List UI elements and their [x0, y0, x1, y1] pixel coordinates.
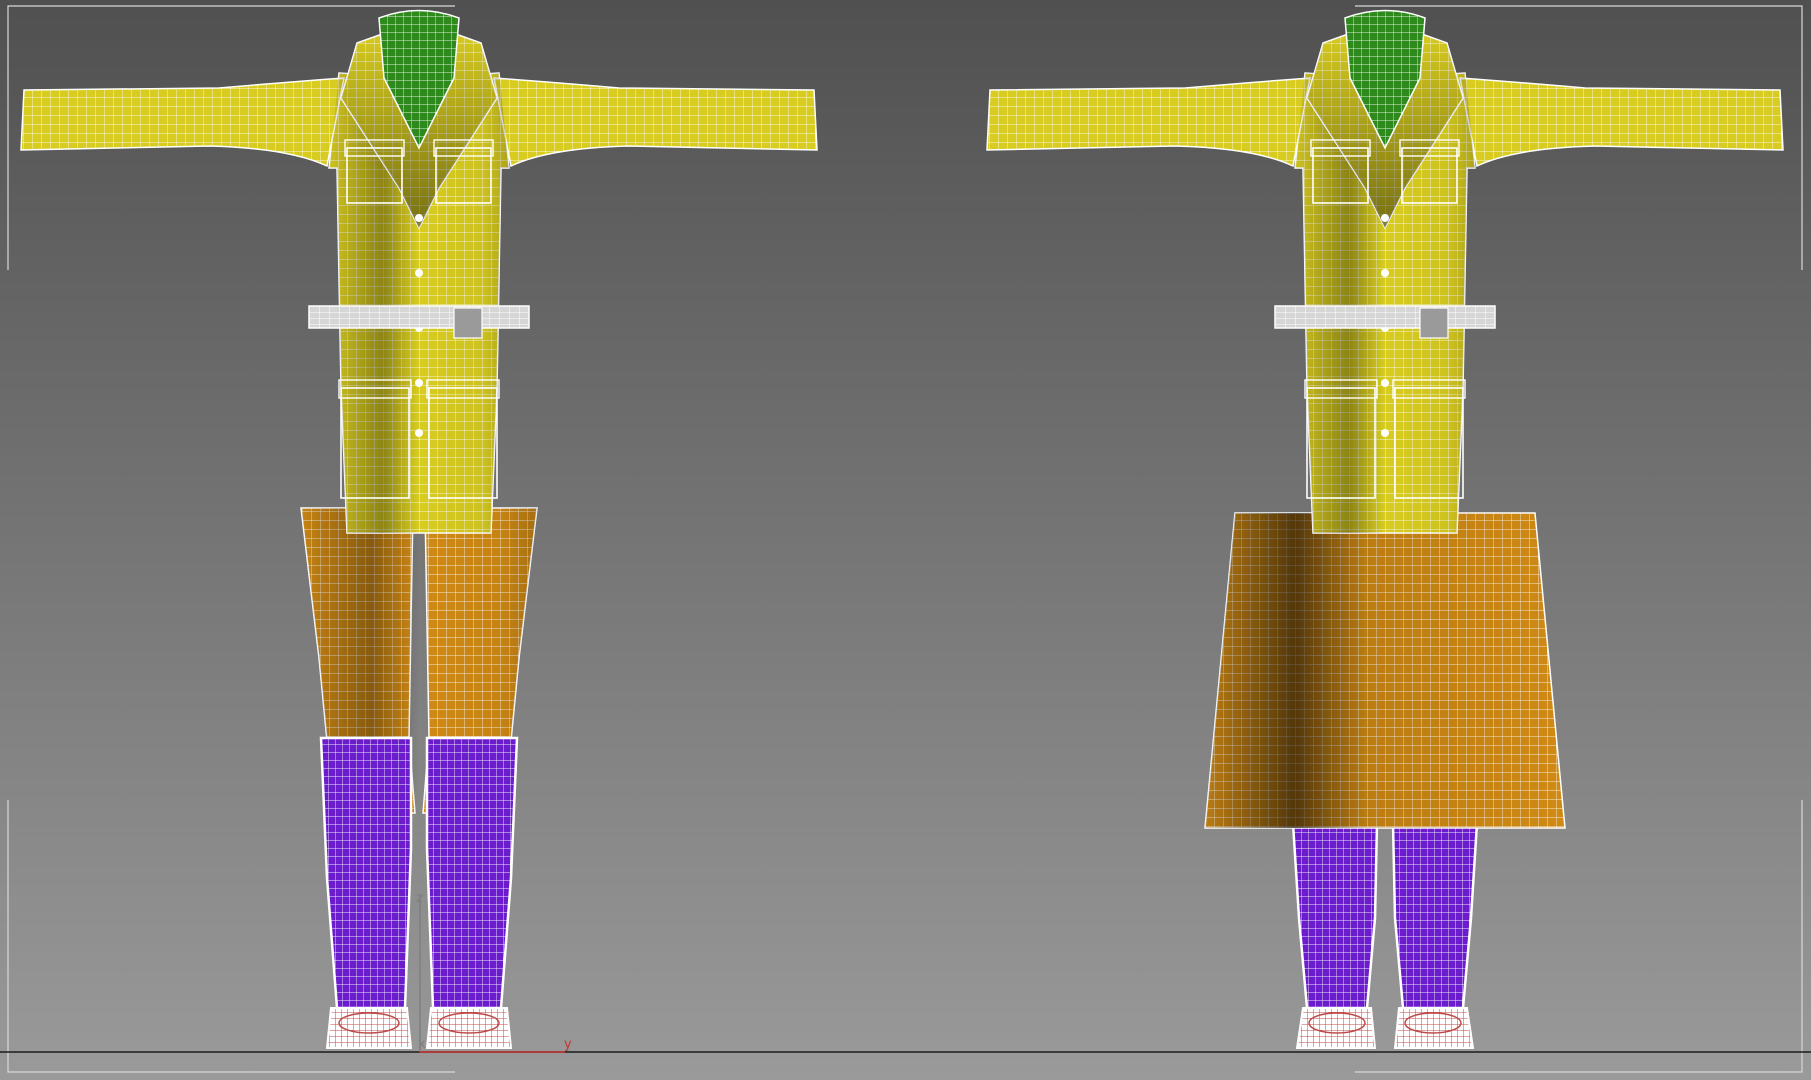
axis-label-x: x [418, 1037, 426, 1052]
3d-viewport[interactable]: z y x [0, 0, 1811, 1080]
viewport-background [0, 0, 1811, 1080]
viewport-scene[interactable]: z y x [0, 0, 1811, 1080]
axis-label-z: z [416, 891, 423, 906]
axis-label-y: y [564, 1037, 572, 1052]
skirt-mesh[interactable] [1204, 512, 1566, 829]
